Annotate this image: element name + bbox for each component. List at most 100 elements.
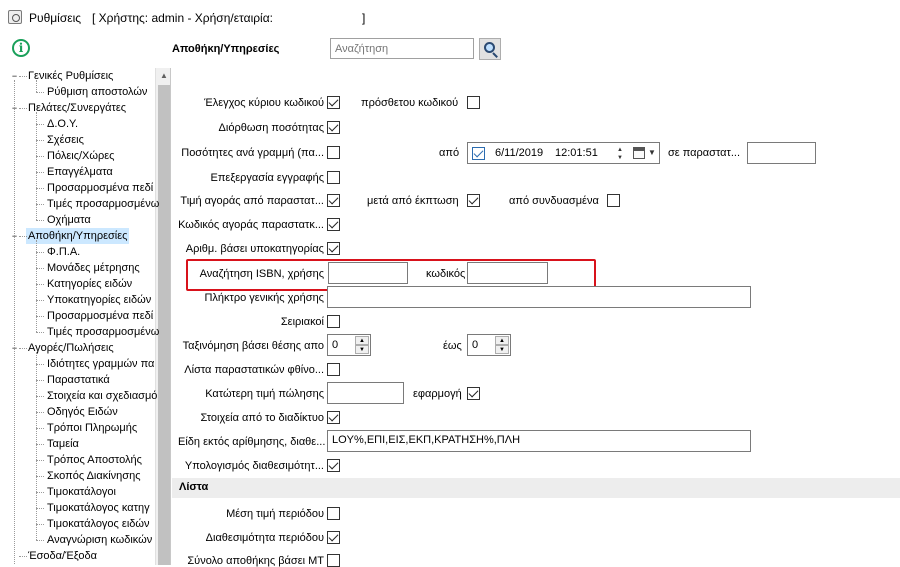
tree-group[interactable]: Πελάτες/Συνεργάτες (28, 100, 126, 116)
tree-item[interactable]: Οδηγός Ειδών (47, 404, 118, 420)
list-section-header: Λίστα (172, 478, 900, 498)
tree-connector (36, 380, 44, 381)
edit-record-checkbox[interactable] (327, 171, 340, 184)
tree-connector (36, 476, 44, 477)
tree-item[interactable]: Ρύθμιση αποστολών (47, 84, 147, 100)
spin-up-icon[interactable]: ▲ (355, 336, 369, 345)
tree-item[interactable]: Σχέσεις (47, 132, 84, 148)
tree-item[interactable]: Τρόποι Πληρωμής (47, 420, 137, 436)
search-input[interactable] (330, 38, 474, 59)
tree-connector (36, 396, 44, 397)
scroll-up-arrow-icon[interactable]: ▲ (156, 68, 170, 84)
spin-down-icon[interactable]: ▼ (615, 154, 625, 162)
list-section-title: Λίστα (179, 481, 209, 493)
tree-item[interactable]: Πόλεις/Χώρες (47, 148, 114, 164)
tree-group[interactable]: Αποθήκη/Υπηρεσίες (26, 228, 130, 244)
code-label: κωδικός (426, 268, 466, 280)
tree-connector (19, 236, 27, 237)
spin-up-icon[interactable]: ▲ (495, 336, 509, 345)
tree-connector (36, 492, 44, 493)
general-key-input[interactable] (327, 286, 751, 308)
time-value[interactable]: 12:01:51 (555, 147, 598, 159)
tree-item[interactable]: Παραστατικά (47, 372, 110, 388)
tree-group[interactable]: Γενικές Ρυθμίσεις (28, 68, 113, 84)
info-icon[interactable]: i (12, 39, 30, 57)
availability-period-checkbox[interactable] (327, 531, 340, 544)
doc-list-desc-label: Λίστα παραστατικών φθίνο... (184, 364, 324, 376)
tree-item[interactable]: Κατηγορίες ειδών (47, 276, 132, 292)
sort-position-label: Ταξινόμηση βάσει θέσης απο (182, 340, 324, 352)
spin-up-icon[interactable]: ▲ (615, 146, 625, 154)
tree-item[interactable]: Τιμές προσαρμοσμένω (47, 324, 159, 340)
tree-connector (36, 412, 44, 413)
tree-item[interactable]: Επαγγέλματα (47, 164, 113, 180)
tree-item[interactable]: Τιμοκατάλογος ειδών (47, 516, 149, 532)
main-code-check-label: Έλεγχος κύριου κωδικού (204, 97, 324, 109)
calendar-icon[interactable] (633, 147, 645, 159)
availability-calc-checkbox[interactable] (327, 459, 340, 472)
min-sale-price-input[interactable] (327, 382, 404, 404)
tree-connector (36, 204, 44, 205)
in-docs-input[interactable] (747, 142, 816, 164)
date-value[interactable]: 6/11/2019 (495, 147, 543, 159)
web-data-label: Στοιχεία από το διαδίκτυο (200, 412, 324, 424)
isbn-search-input[interactable] (328, 262, 408, 284)
avg-price-period-checkbox[interactable] (327, 507, 340, 520)
tree-item[interactable]: Υποκατηγορίες ειδών (47, 292, 151, 308)
main-code-check-checkbox[interactable] (327, 96, 340, 109)
tree-item[interactable]: Ταμεία (47, 436, 79, 452)
sort-to-stepper[interactable]: 0 ▲ ▼ (467, 334, 511, 356)
date-enable-checkbox[interactable] (472, 147, 485, 160)
qty-per-line-checkbox[interactable] (327, 146, 340, 159)
buy-code-doc-checkbox[interactable] (327, 218, 340, 231)
excluded-items-input[interactable]: LOY%,ΕΠΙ,ΕΙΣ,ΕΚΠ,ΚΡΑΤΗΣΗ%,ΠΛΗ (327, 430, 751, 452)
extra-code-checkbox[interactable] (467, 96, 480, 109)
tree-group[interactable]: Αγορές/Πωλήσεις (28, 340, 114, 356)
code-input[interactable] (467, 262, 548, 284)
settings-tree: ▲ Γενικές Ρυθμίσεις − Ρύθμιση αποστολών Πελ… (0, 68, 171, 565)
from-combined-checkbox[interactable] (607, 194, 620, 207)
availability-calc-label: Υπολογισμός διαθεσιμότητ... (184, 460, 324, 472)
web-data-checkbox[interactable] (327, 411, 340, 424)
numbering-subcat-checkbox[interactable] (327, 242, 340, 255)
tree-guide-line (36, 240, 37, 332)
quantity-fix-checkbox[interactable] (327, 121, 340, 134)
tree-item[interactable]: Αναγνώριση κωδικών (47, 532, 152, 548)
sort-from-stepper[interactable]: 0 ▲ ▼ (327, 334, 371, 356)
tree-item[interactable]: Σκοπός Διακίνησης (47, 468, 141, 484)
tree-connector (36, 268, 44, 269)
avg-price-period-label: Μέση τιμή περιόδου (226, 508, 324, 520)
window-title: Ρυθμίσεις (29, 11, 82, 25)
spin-down-icon[interactable]: ▼ (495, 345, 509, 354)
tree-item[interactable]: Τιμοκατάλογος κατηγ (47, 500, 150, 516)
tree-item[interactable]: Μονάδες μέτρησης (47, 260, 140, 276)
tree-item[interactable]: Στοιχεία και σχεδιασμό (47, 388, 157, 404)
scroll-thumb[interactable] (158, 85, 170, 565)
tree-item[interactable]: Τιμές προσαρμοσμένω (47, 196, 159, 212)
tree-connector (36, 540, 44, 541)
tree-scrollbar[interactable]: ▲ (155, 68, 170, 565)
tree-item[interactable]: Προσαρμοσμένα πεδί (47, 180, 153, 196)
window-user-info: [ Χρήστης: admin - Χρήση/εταιρία: (92, 11, 273, 25)
doc-list-desc-checkbox[interactable] (327, 363, 340, 376)
tree-connector (36, 220, 44, 221)
tree-item[interactable]: Δ.Ο.Υ. (47, 116, 78, 132)
spin-down-icon[interactable]: ▼ (355, 345, 369, 354)
tree-item[interactable]: Τρόπος Αποστολής (47, 452, 142, 468)
apply-checkbox[interactable] (467, 387, 480, 400)
tree-group[interactable]: Έσοδα/Έξοδα (28, 548, 97, 564)
tree-item[interactable]: Οχήματα (47, 212, 91, 228)
window-user-info-end: ] (362, 11, 366, 25)
search-button[interactable] (479, 38, 501, 60)
date-time-picker[interactable]: 6/11/2019 12:01:51 ▲ ▼ ▼ (467, 142, 660, 164)
chevron-down-icon[interactable]: ▼ (648, 148, 656, 157)
tree-item[interactable]: Ιδιότητες γραμμών πα (47, 356, 154, 372)
serials-checkbox[interactable] (327, 315, 340, 328)
tree-item[interactable]: Προσαρμοσμένα πεδί (47, 308, 153, 324)
tree-item[interactable]: Φ.Π.Α. (47, 244, 80, 260)
warehouse-total-checkbox[interactable] (327, 554, 340, 567)
buy-price-doc-checkbox[interactable] (327, 194, 340, 207)
after-discount-checkbox[interactable] (467, 194, 480, 207)
tree-item[interactable]: Τιμοκατάλογοι (47, 484, 116, 500)
time-spinner[interactable]: ▲ ▼ (615, 146, 625, 162)
